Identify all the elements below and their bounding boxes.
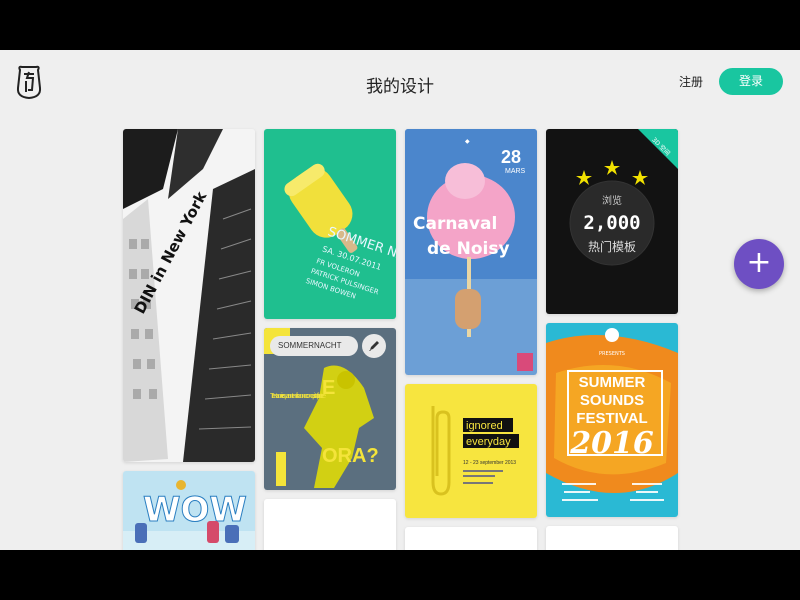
pencil-icon	[369, 341, 379, 351]
svg-text:◆: ◆	[465, 138, 470, 145]
ora-body-text: Trentanni e quarantenni hanno conquistat…	[270, 393, 326, 400]
carnaval-title-1: Carnaval	[413, 214, 497, 234]
svg-text:PRESENTS: PRESENTS	[599, 351, 625, 357]
ora-big-e: E	[322, 377, 335, 399]
ignored-line-1: ignored	[466, 420, 503, 432]
festival-line-3: FESTIVAL	[576, 410, 647, 427]
template-card-e-ora-editing[interactable]: Trentanni e quarantenni hanno conquistat…	[264, 328, 396, 490]
register-link[interactable]: 注册	[679, 73, 703, 90]
template-card-blank-3[interactable]	[546, 526, 678, 550]
ignored-line-2: everyday	[466, 436, 511, 448]
template-card-blank-2[interactable]	[405, 527, 537, 550]
promo-count: 2,000	[583, 212, 640, 234]
promo-subtitle: 热门模板	[588, 239, 636, 254]
plus-icon: +	[746, 245, 772, 280]
festival-line-1: SUMMER	[579, 374, 646, 391]
ora-big-ora: ORA?	[322, 445, 379, 467]
promo-browse-templates[interactable]: 3D 空间 浏览 2,000 热门模板	[546, 129, 678, 314]
carnaval-month-text: MARS	[505, 168, 526, 175]
template-card-ignored-everyday[interactable]: ignored everyday 12 - 23 september 2013	[405, 384, 537, 518]
create-design-button[interactable]: +	[734, 239, 784, 289]
template-card-carnaval[interactable]: ◆ 28 MARS Carnaval de Noisy	[405, 129, 537, 375]
promo-label: 浏览	[602, 194, 622, 207]
template-card-blank-1[interactable]	[264, 499, 396, 550]
festival-year: 2016	[569, 426, 654, 461]
carnaval-day-text: 28	[501, 147, 521, 167]
template-name-field[interactable]: SOMMERNACHT	[270, 336, 358, 356]
login-button[interactable]: 登录	[719, 68, 783, 95]
template-card-din-new-york[interactable]: DIN in New York	[123, 129, 255, 462]
header-bar: 我的设计 注册 登录	[0, 50, 800, 118]
wow-text: WOW	[143, 490, 247, 530]
template-card-summer-nacht[interactable]: SOMMER NACHT SA. 30.07.2011 FR VOLERON P…	[264, 129, 396, 319]
festival-line-2: SOUNDS	[580, 392, 644, 409]
ignored-date: 12 - 23 september 2013	[463, 460, 516, 466]
edit-template-button[interactable]	[362, 334, 386, 358]
app-screen: 我的设计 注册 登录 DIN in New York WOW SOMMER NA…	[0, 50, 800, 550]
template-card-summer-sounds[interactable]: PRESENTS SUMMER SOUNDS FESTIVAL 2016	[546, 323, 678, 517]
template-card-wow[interactable]: WOW	[123, 471, 255, 550]
carnaval-title-2: de Noisy	[427, 239, 510, 259]
